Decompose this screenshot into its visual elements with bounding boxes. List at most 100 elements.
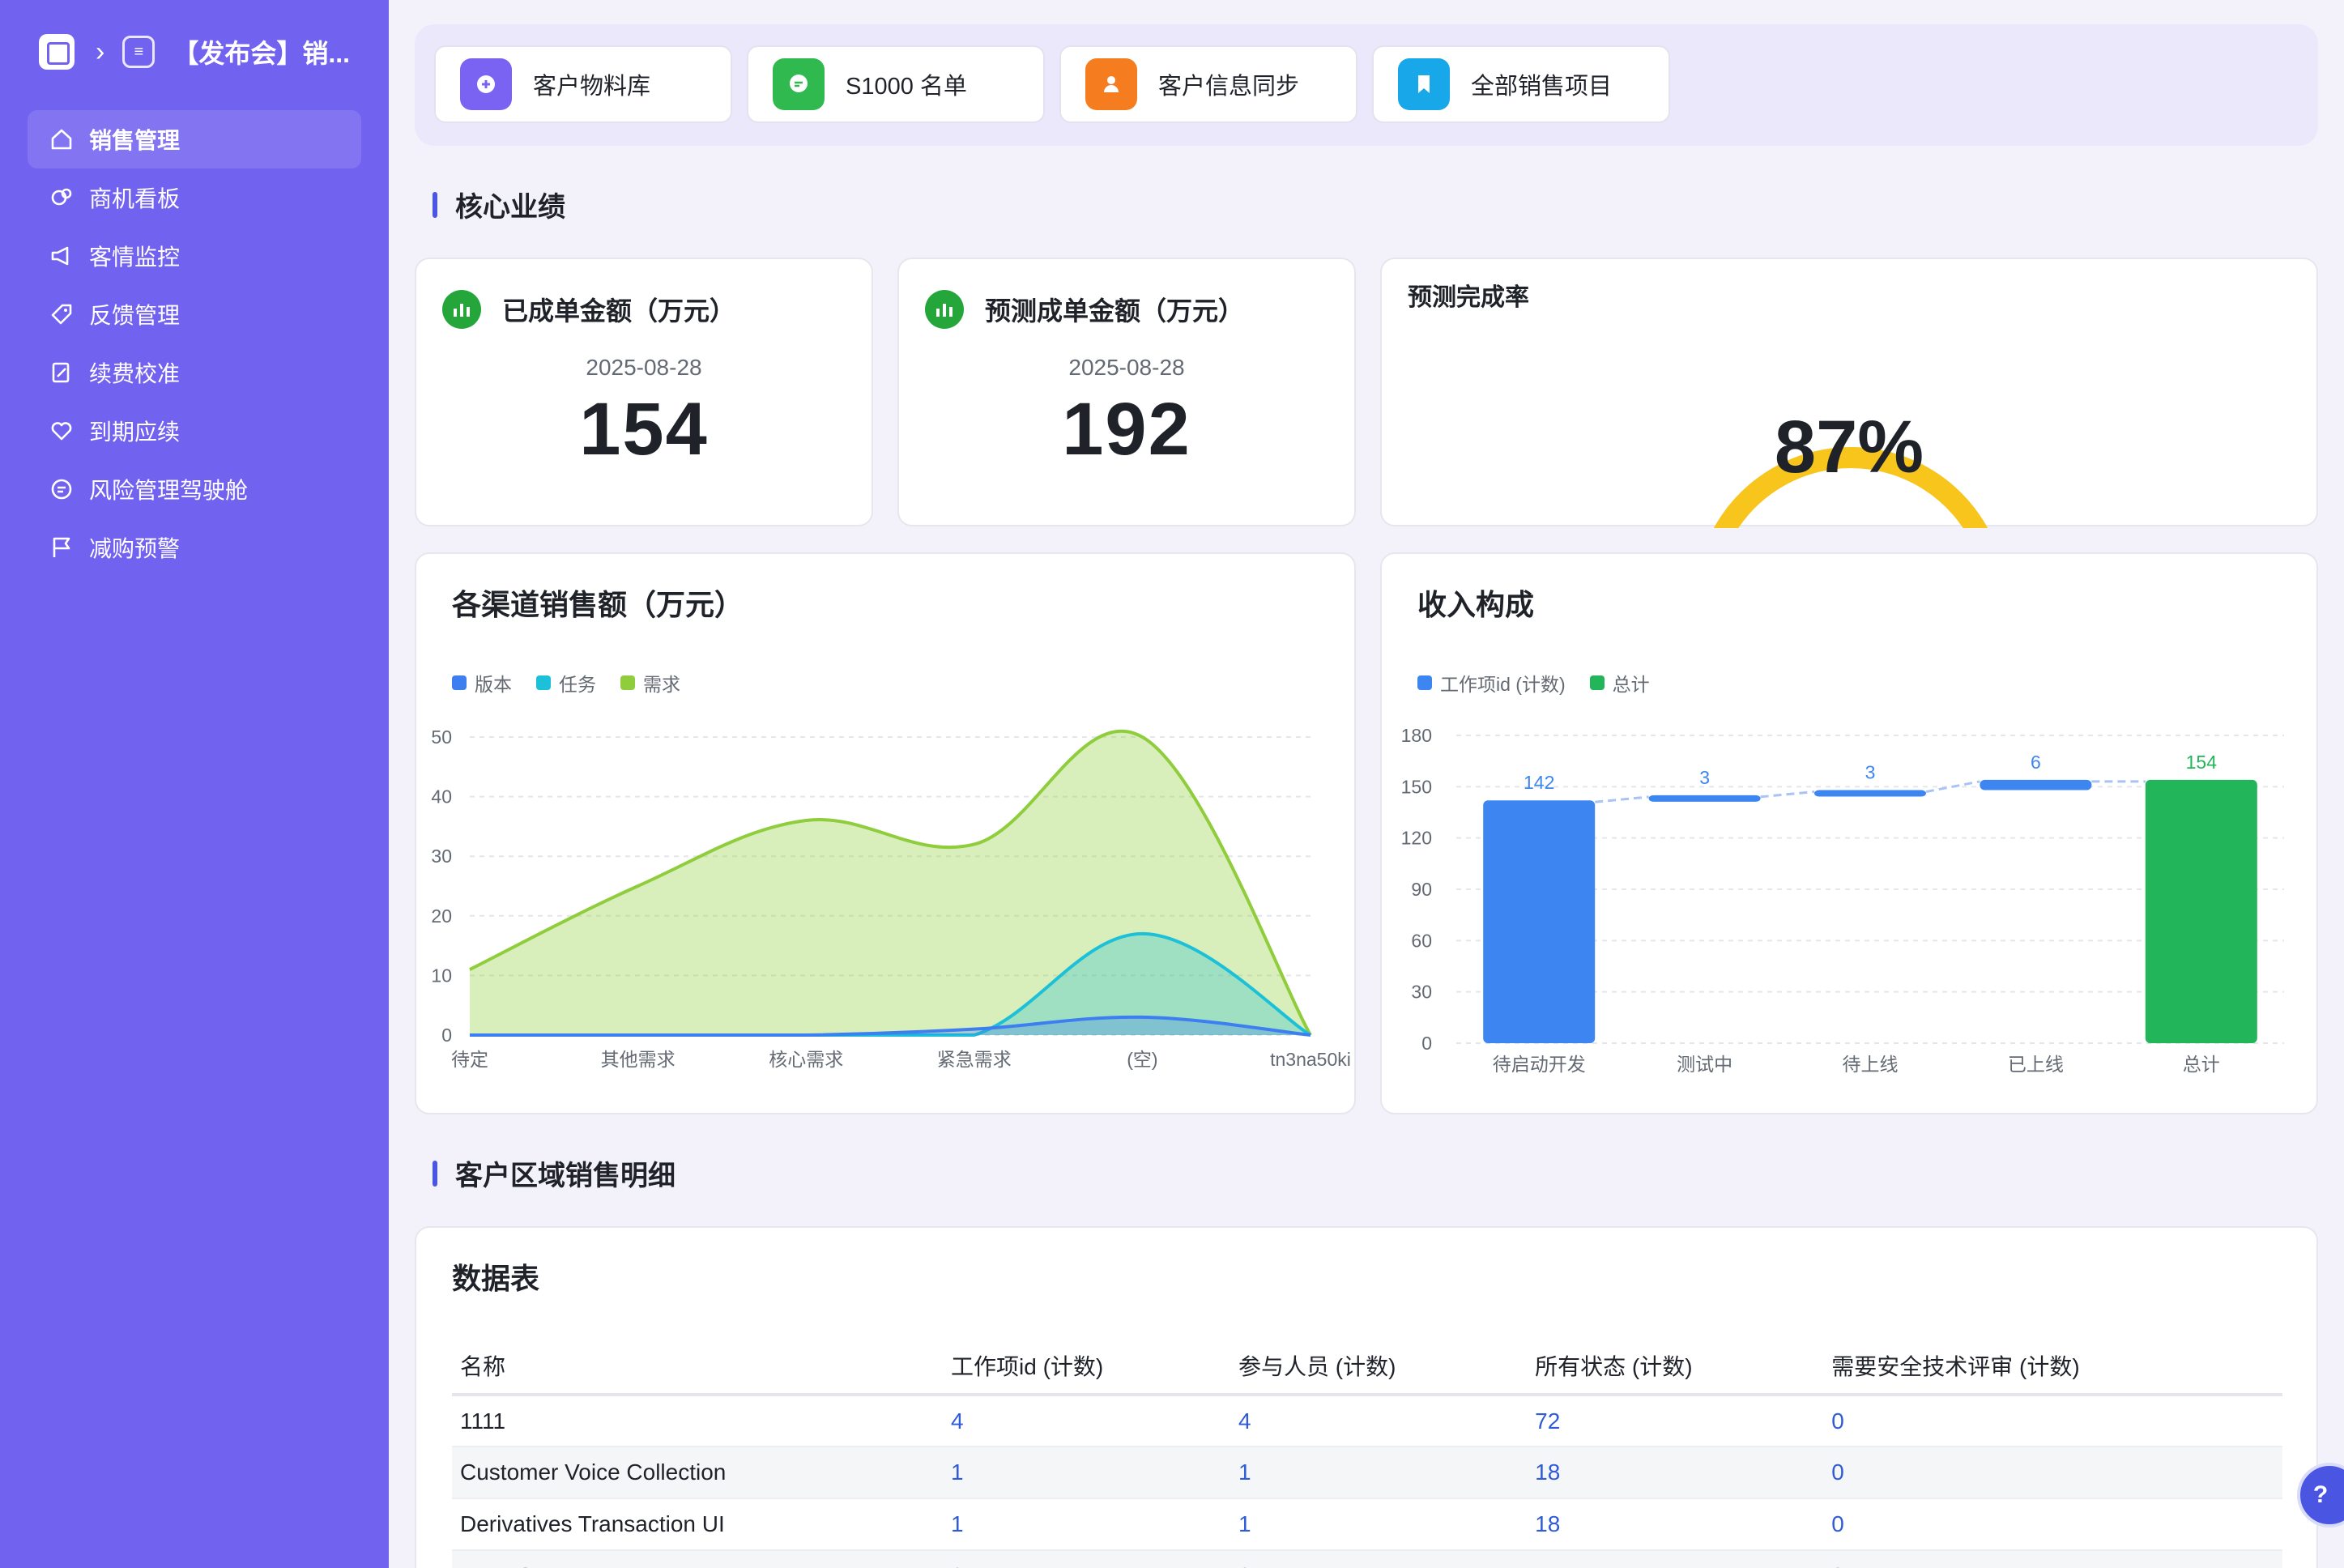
x-tick-label: 核心需求 xyxy=(769,1049,843,1070)
heart-icon xyxy=(47,416,76,445)
bookmark-icon xyxy=(1398,58,1450,110)
message-icon xyxy=(773,58,825,110)
row-value-cell[interactable]: 0 xyxy=(1823,1550,2282,1568)
row-value-cell[interactable]: 18 xyxy=(1527,1498,1824,1551)
bar-total xyxy=(2145,779,2257,1043)
y-tick-label: 50 xyxy=(431,726,452,748)
sidebar-item[interactable]: 商机看板 xyxy=(28,168,361,227)
row-value-cell[interactable]: 3 xyxy=(943,1550,1231,1568)
y-tick-label: 60 xyxy=(1411,930,1432,951)
column-header[interactable]: 所有状态 (计数) xyxy=(1527,1338,1824,1396)
row-name-cell: Customer Voice Collection xyxy=(452,1447,943,1499)
table-header-row: 名称 工作项id (计数) 参与人员 (计数) 所有状态 (计数) 需要安全技术评审 (… xyxy=(452,1338,2282,1396)
x-tick-label: 待定 xyxy=(451,1049,488,1070)
quick-link-button[interactable]: 全部销售项目 xyxy=(1372,45,1670,123)
workspace-title[interactable]: 【发布会】销... xyxy=(173,33,350,70)
sidebar-item-label: 销售管理 xyxy=(89,128,181,153)
quick-link-button[interactable]: 客户信息同步 xyxy=(1059,45,1357,123)
sidebar-item[interactable]: 销售管理 xyxy=(28,110,361,168)
channel-sales-card: 各渠道销售额（万元） 版本 任务 需求 0 10 20 30 40 50 待定 其他需求 核心需求紧… xyxy=(415,552,1356,1114)
row-value-cell[interactable]: 3 xyxy=(1230,1550,1528,1568)
quick-link-label: 客户信息同步 xyxy=(1158,74,1300,100)
kpi-header: 预测成单金额（万元） xyxy=(925,290,1244,329)
sidebar-item-label: 减购预警 xyxy=(89,536,181,561)
plus-circle-icon xyxy=(460,58,512,110)
revenue-composition-chart: 0 30 60 90 120 150 180 待启动开发 测试中 待上线 已上线 总计 142 3 3 6 15… xyxy=(1401,725,2284,1075)
sidebar-item[interactable]: 到期应续 xyxy=(28,402,361,460)
row-value-cell[interactable]: 0 xyxy=(1823,1447,2282,1499)
sidebar-nav: 销售管理商机看板客情监控反馈管理续费校准到期应续 风险管理驾驶舱减购预警 xyxy=(28,110,361,577)
y-tick-label: 150 xyxy=(1401,776,1432,797)
y-tick-label: 0 xyxy=(1421,1033,1432,1054)
bar-chart-icon xyxy=(925,290,964,329)
x-tick-label: 总计 xyxy=(2183,1054,2220,1075)
data-label: 6 xyxy=(2031,752,2041,773)
row-value-cell[interactable]: 18 xyxy=(1527,1447,1824,1499)
row-value-cell[interactable]: 0 xyxy=(1823,1498,2282,1551)
table-row[interactable]: Customer Voice Collection 1 1 18 0 xyxy=(452,1447,2282,1499)
row-value-cell[interactable]: 4 xyxy=(1230,1395,1528,1447)
column-header[interactable]: 名称 xyxy=(452,1338,943,1396)
column-header[interactable]: 参与人员 (计数) xyxy=(1230,1338,1528,1396)
sidebar-item[interactable]: 客情监控 xyxy=(28,227,361,285)
column-header[interactable]: 需要安全技术评审 (计数) xyxy=(1823,1338,2282,1396)
quick-link-label: 全部销售项目 xyxy=(1471,74,1613,100)
sidebar-header: › ≡ 【发布会】销... xyxy=(39,32,350,71)
section-title-region: 客户区域销售明细 xyxy=(433,1153,675,1193)
y-tick-label: 120 xyxy=(1401,828,1432,849)
data-label: 3 xyxy=(1865,762,1876,783)
kpi-value: 154 xyxy=(579,388,709,471)
sidebar-item-label: 反馈管理 xyxy=(89,303,181,328)
quick-link-button[interactable]: S1000 名单 xyxy=(747,45,1045,123)
gauge-card: 预测完成率 87% xyxy=(1380,258,2318,528)
kpi-value: 192 xyxy=(1062,388,1191,471)
bar xyxy=(1980,779,2092,790)
sidebar-item[interactable]: 反馈管理 xyxy=(28,285,361,343)
y-tick-label: 0 xyxy=(441,1025,452,1046)
y-tick-label: 30 xyxy=(1411,982,1432,1003)
sidebar-item-label: 客情监控 xyxy=(89,245,181,270)
data-label: 3 xyxy=(1699,767,1710,788)
data-label: 142 xyxy=(1524,772,1554,793)
database-icon: ≡ xyxy=(122,36,156,68)
chat-icon xyxy=(47,475,76,504)
sidebar-item-label: 续费校准 xyxy=(89,361,181,386)
flag-icon xyxy=(47,533,76,562)
column-header[interactable]: 工作项id (计数) xyxy=(943,1338,1231,1396)
row-value-cell[interactable]: 0 xyxy=(1823,1395,2282,1447)
row-value-cell[interactable]: 4 xyxy=(943,1395,1231,1447)
x-tick-label: tn3na50ki xyxy=(1270,1049,1351,1070)
opportunity-icon xyxy=(47,183,76,212)
connector-line xyxy=(1760,790,1815,799)
connector-line xyxy=(1595,795,1649,803)
quick-link-button[interactable]: 客户物料库 xyxy=(434,45,732,123)
row-value-cell[interactable]: 1 xyxy=(1230,1447,1528,1499)
row-value-cell[interactable]: 72 xyxy=(1527,1395,1824,1447)
app-logo[interactable] xyxy=(39,34,75,70)
channel-sales-chart: 0 10 20 30 40 50 待定 其他需求 核心需求 紧急需求 (空) tn3na50ki xyxy=(431,726,1351,1070)
kpi-title: 预测成单金额（万元） xyxy=(985,296,1245,326)
table-row[interactable]: Derivatives Transaction UI 1 1 18 0 xyxy=(452,1498,2282,1551)
x-tick-label: 紧急需求 xyxy=(937,1049,1012,1070)
home-icon xyxy=(47,125,76,154)
row-value-cell[interactable]: 54 xyxy=(1527,1550,1824,1568)
y-tick-label: 90 xyxy=(1411,879,1432,900)
sidebar-item[interactable]: 续费校准 xyxy=(28,343,361,402)
row-value-cell[interactable]: 1 xyxy=(943,1498,1231,1551)
y-tick-label: 10 xyxy=(431,965,452,986)
table-row[interactable]: HELLO 133540 xyxy=(452,1550,2282,1568)
sidebar-item[interactable]: 减购预警 xyxy=(28,518,361,577)
row-value-cell[interactable]: 1 xyxy=(1230,1498,1528,1551)
quick-link-label: 客户物料库 xyxy=(533,74,651,100)
gauge-value: 87% xyxy=(1774,406,1924,488)
table-row[interactable]: 1111 4 4 72 0 xyxy=(452,1395,2282,1447)
y-tick-label: 30 xyxy=(431,846,452,867)
main-content: 客户物料库 S1000 名单 客户信息同步 全部销售项目 核心业绩 已成单金额（万元）… xyxy=(389,0,2344,1568)
user-icon xyxy=(1085,58,1137,110)
row-value-cell[interactable]: 1 xyxy=(943,1447,1231,1499)
kpi-date: 2025-08-28 xyxy=(586,355,702,380)
kpi-title: 已成单金额（万元） xyxy=(502,296,736,326)
x-tick-label: 测试中 xyxy=(1677,1054,1732,1075)
sidebar-item[interactable]: 风险管理驾驶舱 xyxy=(28,460,361,518)
kpi-date: 2025-08-28 xyxy=(1068,355,1185,380)
